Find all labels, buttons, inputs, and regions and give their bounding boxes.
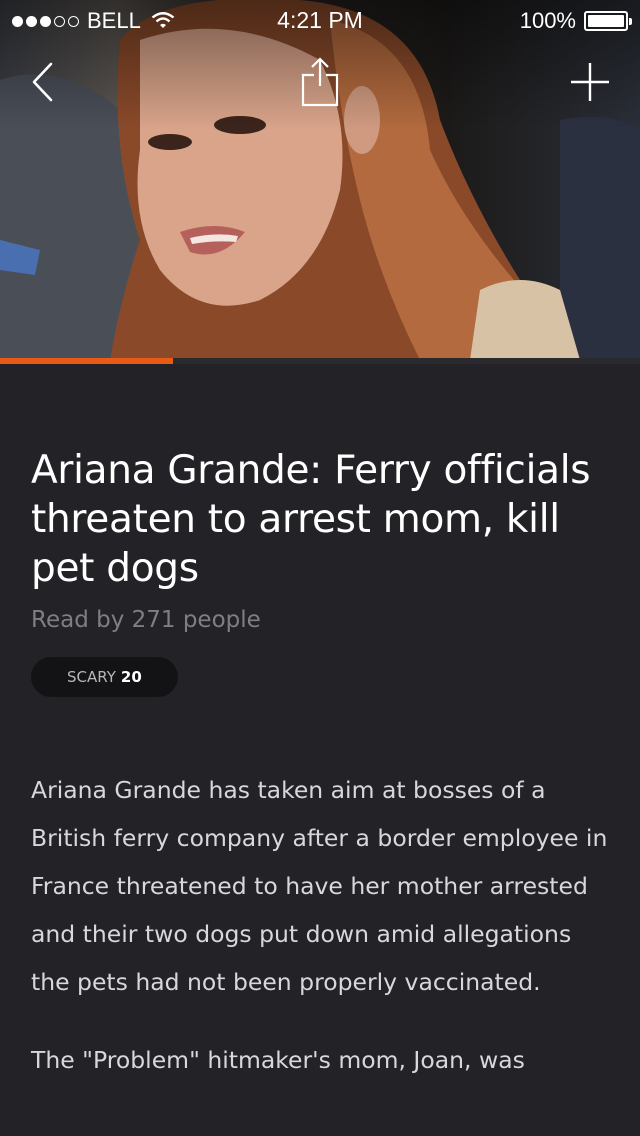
reaction-label: SCARY: [67, 668, 116, 686]
add-button[interactable]: [560, 52, 620, 112]
read-count: Read by 271 people: [31, 607, 261, 633]
share-button[interactable]: [290, 52, 350, 112]
article-header: Ariana Grande: Ferry officials threaten …: [31, 446, 611, 697]
reaction-count: 20: [120, 668, 142, 686]
reading-progress-bar: [0, 358, 640, 364]
chevron-left-icon: [32, 62, 53, 102]
article-body: Ariana Grande has taken aim at bosses of…: [31, 766, 611, 1114]
article-screen: BELL 4:21 PM 100% Ariana Grande: Ferry o…: [0, 0, 640, 1136]
battery-percentage: 100%: [519, 8, 576, 33]
article-paragraph: Ariana Grande has taken aim at bosses of…: [31, 776, 608, 996]
share-icon: [301, 57, 339, 107]
reading-progress-fill: [0, 358, 173, 364]
plus-icon: [571, 63, 609, 101]
reaction-badge[interactable]: SCARY 20: [31, 657, 178, 697]
status-bar: BELL 4:21 PM 100%: [0, 0, 640, 40]
battery-icon: [584, 11, 632, 31]
article-title: Ariana Grande: Ferry officials threaten …: [31, 448, 591, 591]
back-button[interactable]: [14, 52, 74, 112]
article-paragraph: The "Problem" hitmaker's mom, Joan, was: [31, 1046, 525, 1074]
